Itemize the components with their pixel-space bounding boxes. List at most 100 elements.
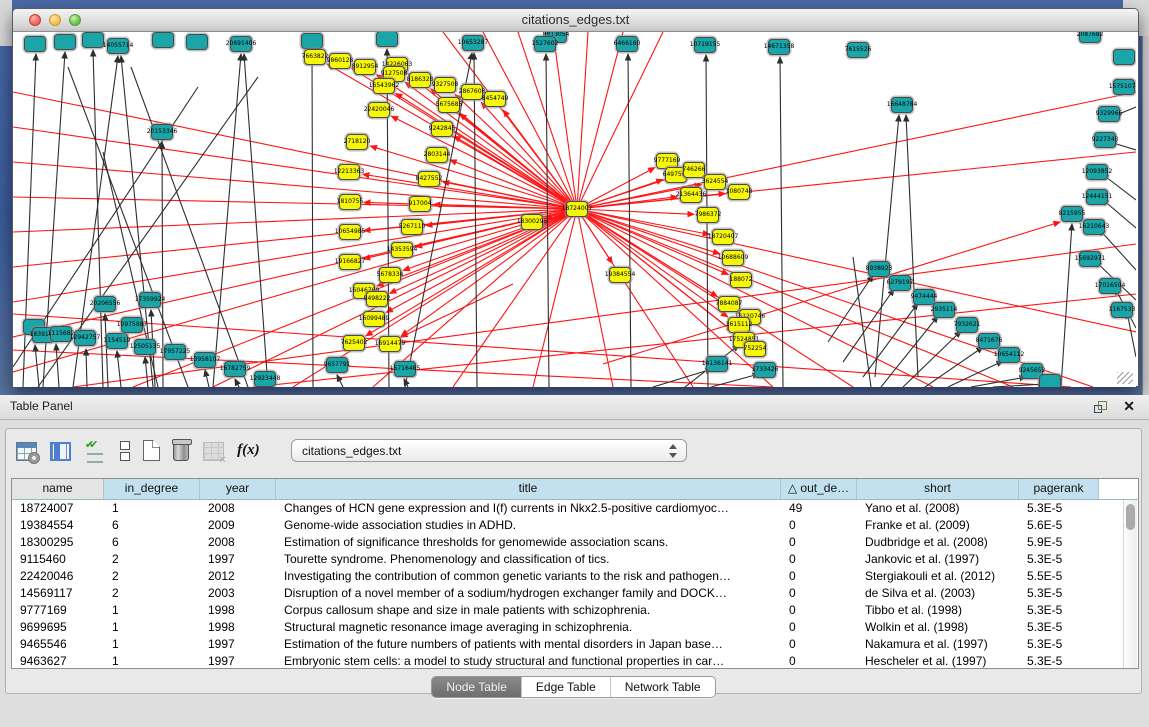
graph-node-6279197[interactable]: 6279197 xyxy=(889,275,911,291)
table-cell[interactable]: 1 xyxy=(104,653,200,669)
graph-edge[interactable] xyxy=(577,209,1136,332)
table-cell[interactable]: 1997 xyxy=(200,551,276,568)
graph-node-6466160[interactable]: 6466160 xyxy=(616,36,638,52)
table-cell[interactable]: 2012 xyxy=(200,568,276,585)
table-cell[interactable]: 19384554 xyxy=(12,517,104,534)
table-cell[interactable]: Investigating the contribution of common… xyxy=(276,568,781,585)
graph-node-1527602[interactable]: 1527602 xyxy=(534,36,556,52)
table-cell[interactable]: Nakamura et al. (1997) xyxy=(857,636,1019,653)
graph-edge[interactable] xyxy=(56,344,59,387)
table-cell[interactable]: Tourette syndrome. Phenomenology and cla… xyxy=(276,551,781,568)
table-cell[interactable]: Genome-wide association studies in ADHD. xyxy=(276,517,781,534)
graph-edge[interactable] xyxy=(105,314,108,387)
graph-node-18300295[interactable]: 18300295 xyxy=(521,214,543,230)
graph-node-1615112[interactable]: 1615112 xyxy=(728,317,750,333)
column-header-short[interactable]: short xyxy=(857,479,1019,499)
graph-node[interactable] xyxy=(24,36,46,52)
graph-node[interactable] xyxy=(152,32,174,48)
table-cell[interactable]: 2003 xyxy=(200,585,276,602)
node-data-table[interactable]: namein_degreeyeartitle△ out_de…shortpage… xyxy=(11,478,1139,669)
graph-node[interactable] xyxy=(82,32,104,48)
graph-node-7615526[interactable]: 7615526 xyxy=(847,42,869,58)
graph-edge[interactable] xyxy=(117,351,121,387)
graph-node-16543962[interactable]: 16543962 xyxy=(373,78,395,94)
graph-node-9657791[interactable]: 9657791 xyxy=(326,357,348,373)
table-row[interactable]: 1872400712008Changes of HCN gene express… xyxy=(12,500,1138,517)
graph-edge[interactable] xyxy=(780,57,783,387)
graph-node-7884087[interactable]: 7884087 xyxy=(718,296,740,312)
graph-node-20153346[interactable]: 20153346 xyxy=(151,124,173,140)
delete-table-icon[interactable] xyxy=(173,442,189,461)
table-cell[interactable]: 18300295 xyxy=(12,534,104,551)
close-panel-icon[interactable]: ✕ xyxy=(1123,398,1135,414)
column-header-name[interactable]: name xyxy=(12,479,104,499)
graph-node-5678334[interactable]: 5678334 xyxy=(379,267,401,283)
table-cell[interactable]: 14569117 xyxy=(12,585,104,602)
graph-node-7986372[interactable]: 7986372 xyxy=(697,207,719,223)
table-cell[interactable]: Structural magnetic resonance image aver… xyxy=(276,619,781,636)
table-cell[interactable]: 1998 xyxy=(200,619,276,636)
graph-node-18720407[interactable]: 18720407 xyxy=(712,229,734,245)
graph-node-8454749[interactable]: 8454749 xyxy=(484,91,506,107)
graph-node-8471676[interactable]: 8471676 xyxy=(978,333,1000,349)
table-cell[interactable]: 2009 xyxy=(200,517,276,534)
table-cell[interactable]: 5.3E-5 xyxy=(1019,602,1099,619)
table-cell[interactable]: 0 xyxy=(781,602,857,619)
graph-edge[interactable] xyxy=(312,51,313,387)
table-cell[interactable]: 9699695 xyxy=(12,619,104,636)
table-cell[interactable]: Franke et al. (2009) xyxy=(857,517,1019,534)
table-cell[interactable]: 1997 xyxy=(200,653,276,669)
graph-node-1810755[interactable]: 1810755 xyxy=(339,194,361,210)
table-cell[interactable]: 2008 xyxy=(200,500,276,517)
graph-node-9329966[interactable]: 9329966 xyxy=(1098,106,1120,122)
graph-node-2867608[interactable]: 2867608 xyxy=(461,84,483,100)
graph-edge[interactable] xyxy=(235,379,239,387)
graph-edge[interactable] xyxy=(454,136,577,209)
table-cell[interactable]: Changes of HCN gene expression and I(f) … xyxy=(276,500,781,517)
table-row[interactable]: 977716911998Corpus callosum shape and si… xyxy=(12,602,1138,619)
graph-node-15716485[interactable]: 15716485 xyxy=(394,361,416,377)
table-row[interactable]: 2242004622012Investigating the contribut… xyxy=(12,568,1138,585)
table-cell[interactable]: 6 xyxy=(104,534,200,551)
table-cell[interactable]: 0 xyxy=(781,636,857,653)
graph-node-188072[interactable]: 188072 xyxy=(730,272,752,288)
table-cell[interactable]: 9115460 xyxy=(12,551,104,568)
table-cell[interactable]: Hescheler et al. (1997) xyxy=(857,653,1019,669)
column-header-in_degree[interactable]: in_degree xyxy=(104,479,200,499)
table-cell[interactable]: 0 xyxy=(781,585,857,602)
table-row[interactable]: 911546021997Tourette syndrome. Phenomeno… xyxy=(12,551,1138,568)
graph-edge[interactable] xyxy=(401,284,513,337)
graph-edge[interactable] xyxy=(577,32,623,209)
table-cell[interactable]: Embryonic stem cells: a model to study s… xyxy=(276,653,781,669)
table-cell[interactable]: 9777169 xyxy=(12,602,104,619)
graph-node-10653287[interactable]: 10653287 xyxy=(462,35,484,51)
table-cell[interactable]: 18724007 xyxy=(12,500,104,517)
graph-node-14055714[interactable]: 14055714 xyxy=(107,38,129,54)
graph-node-9474444[interactable]: 9474444 xyxy=(913,289,935,305)
table-cell[interactable]: 0 xyxy=(781,551,857,568)
graph-edge[interactable] xyxy=(993,384,1045,387)
graph-edge[interactable] xyxy=(577,92,1136,209)
table-cell[interactable]: 5.3E-5 xyxy=(1019,636,1099,653)
graph-node-16099489[interactable]: 16099489 xyxy=(363,311,385,327)
graph-node-8938923[interactable]: 8938923 xyxy=(868,261,890,277)
function-builder-icon[interactable]: f(x) xyxy=(237,438,263,462)
graph-edge[interactable] xyxy=(875,115,899,377)
table-cell[interactable]: Dudbridge et al. (2008) xyxy=(857,534,1019,551)
graph-node-14136141[interactable]: 14136141 xyxy=(706,356,728,372)
graph-node-12093852[interactable]: 12093852 xyxy=(1086,164,1108,180)
table-cell[interactable]: 5.9E-5 xyxy=(1019,534,1099,551)
graph-node-8912954[interactable]: 8912954 xyxy=(354,59,376,75)
graph-node-19166827[interactable]: 19166827 xyxy=(339,254,361,270)
graph-node-1733426[interactable]: 1733426 xyxy=(754,362,776,378)
table-cell[interactable]: 9463627 xyxy=(12,653,104,669)
table-cell[interactable]: 2008 xyxy=(200,534,276,551)
row-height-icon[interactable] xyxy=(120,441,129,461)
table-cell[interactable]: 0 xyxy=(781,517,857,534)
graph-node-17957225[interactable]: 17957225 xyxy=(164,344,186,360)
table-cell[interactable]: 0 xyxy=(781,568,857,585)
graph-node-10654112[interactable]: 10654112 xyxy=(998,347,1020,363)
graph-node-2803144[interactable]: 2803144 xyxy=(426,147,448,163)
table-row[interactable]: 969969511998Structural magnetic resonanc… xyxy=(12,619,1138,636)
table-row[interactable]: 946362711997Embryonic stem cells: a mode… xyxy=(12,653,1138,669)
